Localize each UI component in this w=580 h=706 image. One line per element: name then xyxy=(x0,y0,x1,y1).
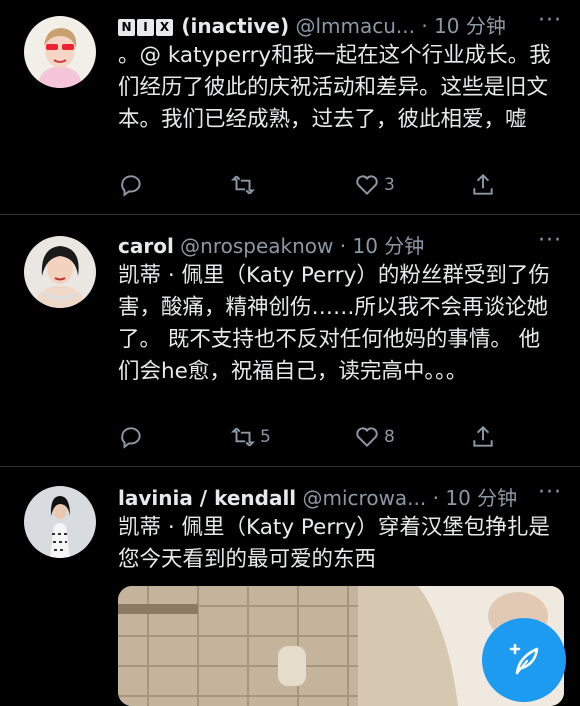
share-icon xyxy=(473,425,493,447)
retweet-icon xyxy=(230,427,256,447)
timestamp[interactable]: 10 分钟 xyxy=(445,486,517,510)
retweet-icon xyxy=(230,175,256,195)
like-icon xyxy=(356,175,378,196)
separator-dot: · xyxy=(339,234,347,258)
retweet-button[interactable]: 5 xyxy=(230,424,271,450)
tweet-actions: 5 8 xyxy=(118,424,518,454)
like-icon xyxy=(356,427,378,448)
display-name[interactable]: carol xyxy=(118,234,174,258)
retweet-count: 5 xyxy=(260,427,271,447)
compose-button[interactable] xyxy=(482,618,566,702)
badge: N xyxy=(118,19,135,36)
display-name[interactable]: lavinia / kendall xyxy=(118,486,296,510)
more-options-icon[interactable]: ··· xyxy=(538,8,562,33)
more-options-icon[interactable]: ··· xyxy=(538,228,562,253)
user-handle[interactable]: @microwa... xyxy=(303,486,427,510)
separator-dot: · xyxy=(421,14,428,38)
tweet-text: 。@ katyperry和我一起在这个行业成长。我们经历了彼此的庆祝活动和差异。… xyxy=(118,43,551,132)
like-button[interactable]: 8 xyxy=(354,424,395,450)
compose-icon xyxy=(509,643,539,675)
timestamp[interactable]: 10 分钟 xyxy=(352,234,424,258)
badge: I xyxy=(137,19,154,36)
tweet-1[interactable]: NIX (inactive) @lmmacu... · 10 分钟 ··· 。@… xyxy=(0,0,580,214)
more-options-icon[interactable]: ··· xyxy=(538,480,562,505)
tweet-actions: 3 xyxy=(118,172,518,202)
timestamp[interactable]: 10 分钟 xyxy=(434,14,506,38)
avatar[interactable] xyxy=(24,16,96,88)
share-button[interactable] xyxy=(470,424,496,450)
avatar[interactable] xyxy=(24,236,96,308)
share-icon xyxy=(473,173,493,195)
user-handle[interactable]: @nrospeaknow xyxy=(180,234,333,258)
like-button[interactable]: 3 xyxy=(354,172,395,198)
badge: X xyxy=(156,19,173,36)
separator-dot: · xyxy=(432,486,439,510)
like-count: 8 xyxy=(384,427,395,447)
reply-icon xyxy=(121,175,141,197)
tweet-text: 凯蒂 · 佩里（Katy Perry）穿着汉堡包挣扎是您今天看到的最可爱的东西 xyxy=(118,515,550,572)
reply-button[interactable] xyxy=(118,172,144,198)
like-count: 3 xyxy=(384,175,395,195)
reply-icon xyxy=(121,427,141,449)
avatar[interactable] xyxy=(24,486,96,558)
reply-button[interactable] xyxy=(118,424,144,450)
tweet-header: carol @nrospeaknow · 10 分钟 xyxy=(118,230,564,259)
tweet-header: NIX (inactive) @lmmacu... · 10 分钟 xyxy=(118,10,564,39)
tweet-header: lavinia / kendall @microwa... · 10 分钟 xyxy=(118,482,564,511)
tweet-text: 凯蒂 · 佩里（Katy Perry）的粉丝群受到了伤害，酸痛，精神创伤……所以… xyxy=(118,263,550,384)
user-handle[interactable]: @lmmacu... xyxy=(295,14,415,38)
display-name[interactable]: (inactive) xyxy=(181,14,289,38)
retweet-button[interactable] xyxy=(230,172,260,198)
share-button[interactable] xyxy=(470,172,496,198)
tweet-2[interactable]: carol @nrospeaknow · 10 分钟 ··· 凯蒂 · 佩里（K… xyxy=(0,214,580,466)
